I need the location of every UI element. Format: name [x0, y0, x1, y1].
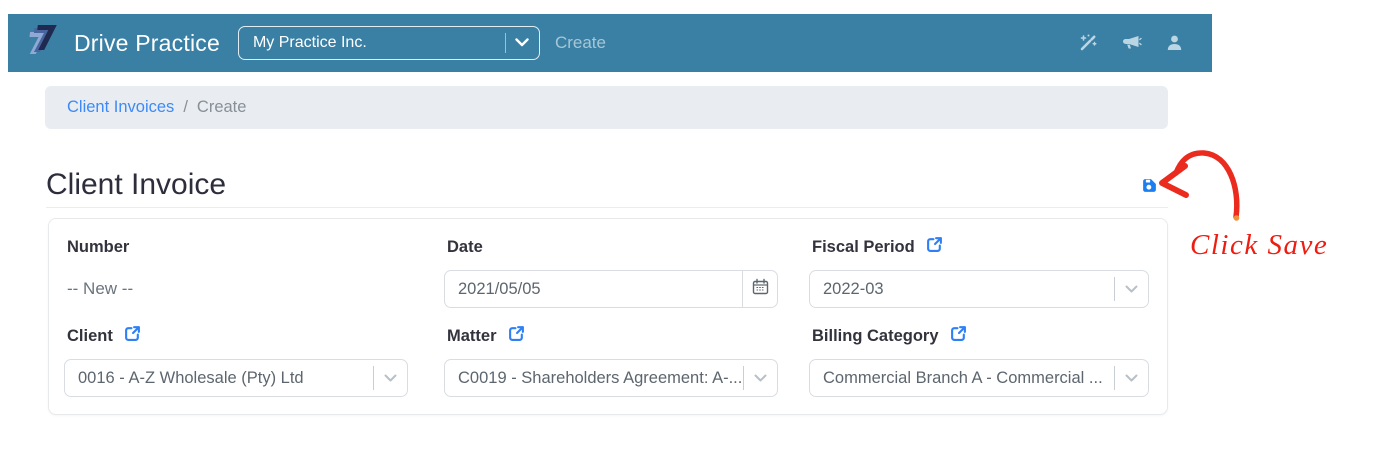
- matter-value: C0019 - Shareholders Agreement: A-...: [458, 368, 743, 387]
- page-title: Client Invoice: [46, 168, 227, 201]
- chevron-down-icon: [374, 374, 407, 382]
- field-date: Date 2021/05/05: [444, 237, 809, 308]
- breadcrumb: Client Invoices / Create: [45, 86, 1168, 129]
- chevron-down-icon: [1115, 285, 1148, 293]
- chevron-down-icon: [515, 34, 529, 52]
- field-client: Client 0016 - A-Z Wholesale (Pty) Ltd: [64, 326, 444, 397]
- field-billing-category: Billing Category Commercial Branch A - C…: [809, 326, 1152, 397]
- field-fiscal-period: Fiscal Period 2022-03: [809, 237, 1152, 308]
- billing-category-select[interactable]: Commercial Branch A - Commercial ...: [809, 359, 1149, 397]
- client-value: 0016 - A-Z Wholesale (Pty) Ltd: [78, 368, 304, 387]
- chevron-down-icon: [1115, 374, 1148, 382]
- matter-label: Matter: [447, 326, 809, 346]
- megaphone-icon[interactable]: [1121, 33, 1142, 53]
- header-divider: [46, 207, 1168, 208]
- billing-category-label-text: Billing Category: [812, 326, 939, 345]
- billing-category-value: Commercial Branch A - Commercial ...: [823, 368, 1103, 387]
- client-select[interactable]: 0016 - A-Z Wholesale (Pty) Ltd: [64, 359, 408, 397]
- external-link-icon[interactable]: [124, 325, 141, 347]
- user-icon[interactable]: [1165, 33, 1184, 53]
- breadcrumb-current: Create: [196, 98, 247, 116]
- client-label: Client: [67, 326, 444, 346]
- nav-item-create[interactable]: Create: [555, 33, 606, 53]
- client-label-text: Client: [67, 326, 113, 345]
- calendar-icon: [752, 278, 769, 300]
- fiscal-period-label: Fiscal Period: [812, 237, 1152, 257]
- annotation-text: Click Save: [1190, 229, 1329, 261]
- brand: Drive Practice: [8, 23, 220, 64]
- breadcrumb-separator: /: [183, 98, 188, 116]
- matter-label-text: Matter: [447, 326, 497, 345]
- navbar-actions: [1078, 33, 1212, 53]
- number-label: Number: [67, 237, 130, 256]
- chevron-down-icon: [744, 374, 777, 382]
- external-link-icon[interactable]: [950, 325, 967, 347]
- fiscal-period-select[interactable]: 2022-03: [809, 270, 1149, 308]
- field-matter: Matter C0019 - Shareholders Agreement: A…: [444, 326, 809, 397]
- form-row-1: Number -- New -- Date 2021/05/05 Fiscal …: [64, 237, 1152, 308]
- floppy-disk-icon: [1141, 179, 1158, 198]
- practice-selector-value: My Practice Inc.: [252, 34, 367, 51]
- practice-selector[interactable]: My Practice Inc.: [237, 26, 540, 60]
- date-input[interactable]: 2021/05/05: [444, 270, 778, 308]
- save-button[interactable]: [1141, 177, 1159, 195]
- drive-practice-logo-icon: [24, 23, 64, 64]
- number-value: -- New --: [67, 279, 134, 298]
- top-navbar: Drive Practice My Practice Inc. Create: [8, 14, 1212, 72]
- form-row-2: Client 0016 - A-Z Wholesale (Pty) Ltd Ma…: [64, 326, 1152, 397]
- external-link-icon[interactable]: [508, 325, 525, 347]
- date-label: Date: [447, 237, 483, 256]
- selector-divider: [504, 33, 506, 53]
- matter-select[interactable]: C0019 - Shareholders Agreement: A-...: [444, 359, 778, 397]
- brand-name: Drive Practice: [74, 29, 220, 56]
- billing-category-label: Billing Category: [812, 326, 1152, 346]
- external-link-icon[interactable]: [926, 236, 943, 258]
- date-input-value: 2021/05/05: [458, 279, 541, 298]
- date-picker-button[interactable]: [742, 271, 777, 307]
- fiscal-period-value: 2022-03: [823, 279, 884, 298]
- wand-icon[interactable]: [1078, 33, 1098, 53]
- client-invoice-form-card: Number -- New -- Date 2021/05/05 Fiscal …: [48, 218, 1168, 415]
- fiscal-period-label-text: Fiscal Period: [812, 237, 915, 256]
- breadcrumb-link-client-invoices[interactable]: Client Invoices: [67, 98, 174, 117]
- field-number: Number -- New --: [64, 237, 444, 308]
